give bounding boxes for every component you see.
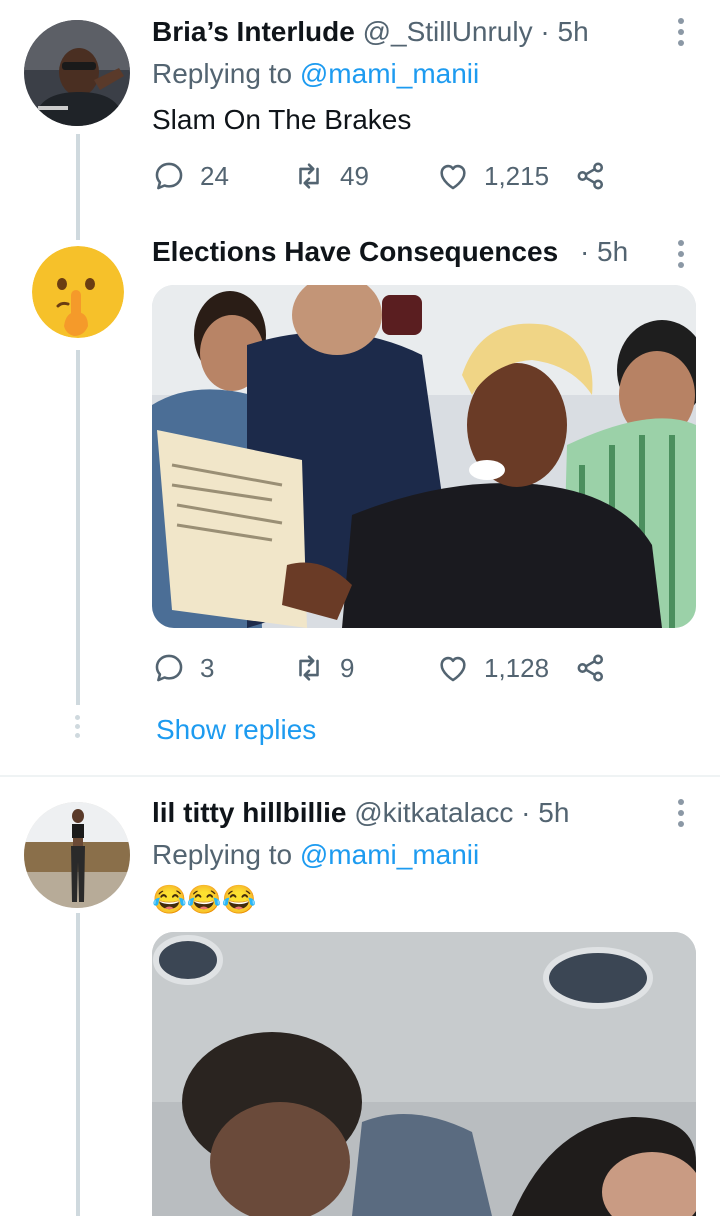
more-options-icon[interactable] bbox=[678, 18, 686, 51]
retweet-count: 9 bbox=[340, 652, 355, 683]
avatar[interactable] bbox=[32, 246, 124, 338]
avatar[interactable] bbox=[24, 802, 130, 908]
display-name[interactable]: Elections Have Consequences bbox=[152, 236, 558, 267]
retweet-count: 49 bbox=[340, 160, 369, 191]
retweet-button[interactable]: 9 bbox=[292, 648, 354, 688]
reply-icon bbox=[155, 654, 183, 682]
thread-gap-dots bbox=[75, 715, 81, 742]
handle[interactable]: @_StillUnruly bbox=[363, 16, 533, 47]
replying-prefix: Replying to bbox=[152, 58, 293, 89]
show-replies-link[interactable]: Show replies bbox=[156, 714, 316, 746]
like-count: 1,215 bbox=[484, 160, 550, 191]
share-icon bbox=[577, 654, 604, 682]
replying-prefix: Replying to bbox=[152, 839, 293, 870]
replying-to: Replying to @mami_manii bbox=[152, 839, 479, 871]
tweet-image[interactable] bbox=[152, 932, 696, 1216]
reply-count: 24 bbox=[200, 160, 229, 191]
timestamp[interactable]: · 5h bbox=[540, 16, 588, 47]
retweet-icon bbox=[299, 163, 319, 189]
reply-count: 3 bbox=[200, 652, 215, 683]
tweet-2[interactable]: Elections Have Consequences · 5h 3 9 1,1… bbox=[0, 236, 720, 776]
retweet-button[interactable]: 49 bbox=[292, 156, 369, 196]
share-button[interactable] bbox=[574, 156, 608, 196]
reply-button[interactable]: 3 bbox=[152, 648, 214, 688]
more-options-icon[interactable] bbox=[678, 799, 686, 832]
tweet-1[interactable]: Bria’s Interlude @_StillUnruly · 5h Repl… bbox=[0, 0, 720, 240]
handle[interactable]: @kitkatalacc bbox=[354, 797, 513, 828]
tweet-text: 😂😂😂 bbox=[152, 884, 257, 915]
display-name[interactable]: Bria’s Interlude bbox=[152, 16, 355, 47]
display-name[interactable]: lil titty hillbillie bbox=[152, 797, 346, 828]
like-button[interactable]: 1,215 bbox=[436, 156, 549, 196]
like-count: 1,128 bbox=[484, 652, 550, 683]
replying-to: Replying to @mami_manii bbox=[152, 58, 479, 90]
avatar[interactable] bbox=[24, 20, 130, 126]
thread-line bbox=[76, 134, 80, 240]
tweet-header: Elections Have Consequences · 5h bbox=[152, 236, 680, 268]
share-icon bbox=[577, 162, 604, 190]
tweet-gif[interactable] bbox=[152, 285, 696, 628]
like-button[interactable]: 1,128 bbox=[436, 648, 549, 688]
tweet-header: lil titty hillbillie @kitkatalacc · 5h bbox=[152, 797, 680, 829]
timestamp[interactable]: · 5h bbox=[521, 797, 569, 828]
reply-button[interactable]: 24 bbox=[152, 156, 229, 196]
timestamp[interactable]: · 5h bbox=[580, 236, 628, 267]
more-options-icon[interactable] bbox=[678, 240, 686, 273]
tweet-actions: 3 9 1,128 bbox=[152, 648, 622, 688]
heart-icon bbox=[440, 164, 466, 190]
tweet-3[interactable]: lil titty hillbillie @kitkatalacc · 5h R… bbox=[0, 777, 720, 1216]
tweet-text: Slam On The Brakes bbox=[152, 104, 412, 135]
thread-line bbox=[76, 913, 80, 1216]
replying-to-link[interactable]: @mami_manii bbox=[300, 839, 479, 870]
reply-icon bbox=[155, 162, 183, 190]
share-button[interactable] bbox=[574, 648, 608, 688]
heart-icon bbox=[440, 656, 466, 682]
replying-to-link[interactable]: @mami_manii bbox=[300, 58, 479, 89]
tweet-actions: 24 49 1,215 bbox=[152, 156, 622, 196]
tweet-header: Bria’s Interlude @_StillUnruly · 5h bbox=[152, 16, 680, 48]
retweet-icon bbox=[299, 655, 319, 681]
thread-line bbox=[76, 350, 80, 705]
